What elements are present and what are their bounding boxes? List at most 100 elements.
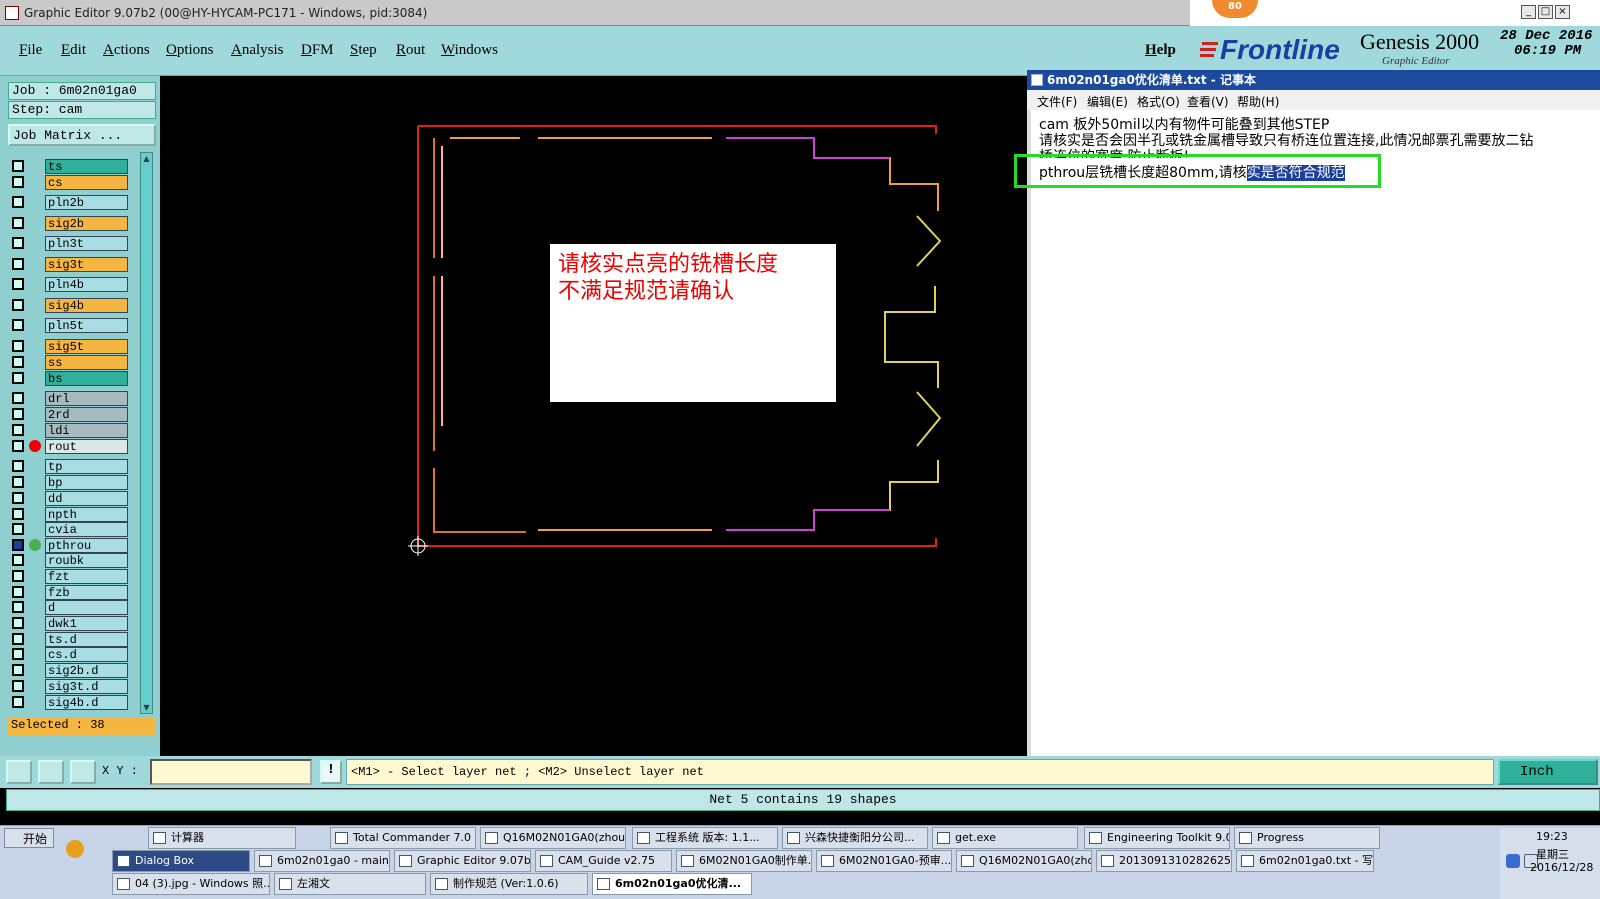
layer-name[interactable]: ts	[45, 159, 128, 174]
layer-checkbox[interactable]	[12, 356, 24, 368]
scroll-up-icon[interactable]: ▲	[142, 154, 151, 163]
notepad-menu-file[interactable]: 文件(F)	[1037, 93, 1077, 110]
layer-checkbox[interactable]	[12, 601, 24, 613]
layer-name[interactable]: sig3t	[45, 257, 128, 272]
layer-name[interactable]: pln5t	[45, 318, 128, 333]
layer-row-ts.d[interactable]: ts.d	[10, 632, 128, 647]
layer-checkbox[interactable]	[12, 196, 24, 208]
layer-name[interactable]: dwk1	[45, 616, 128, 631]
layer-name[interactable]: pln3t	[45, 236, 128, 251]
layer-checkbox[interactable]	[12, 340, 24, 352]
taskbar-item[interactable]: 兴森快捷衡阳分公司...	[782, 827, 928, 849]
layer-name[interactable]: bs	[45, 371, 128, 386]
layer-row-pln2b[interactable]: pln2b	[10, 195, 128, 210]
layer-name[interactable]: sig4b.d	[45, 695, 128, 710]
taskbar-item[interactable]: 6M02N01GA0制作单...	[676, 850, 812, 872]
layer-name[interactable]: sig2b.d	[45, 663, 128, 678]
menu-actions[interactable]: Actions	[103, 42, 150, 59]
notepad-menu-view[interactable]: 查看(V)	[1187, 93, 1229, 110]
layer-checkbox[interactable]	[12, 217, 24, 229]
layer-checkbox[interactable]	[12, 258, 24, 270]
taskbar-item[interactable]: 04 (3).jpg - Windows 照...	[112, 873, 270, 895]
layer-checkbox[interactable]	[12, 492, 24, 504]
menu-dfm[interactable]: DFM	[301, 42, 334, 59]
taskbar-item[interactable]: Q16M02N01GA0(zho...	[956, 850, 1092, 872]
start-button[interactable]: 开始	[4, 828, 54, 848]
layer-checkbox[interactable]	[12, 539, 24, 551]
layer-row-cs.d[interactable]: cs.d	[10, 647, 128, 662]
menu-rout[interactable]: Rout	[396, 42, 425, 59]
maximize-button[interactable]: □	[1538, 5, 1553, 19]
slot-top[interactable]	[450, 137, 939, 211]
taskbar-item[interactable]: 工程系统 版本: 1.1...	[632, 827, 778, 849]
taskbar-item[interactable]: CAM_Guide v2.75	[535, 850, 672, 872]
taskbar-item[interactable]: Graphic Editor 9.07b...	[394, 850, 531, 872]
grid-tool-icon[interactable]	[70, 760, 96, 784]
layer-checkbox[interactable]	[12, 523, 24, 535]
board-outline-drawing[interactable]	[160, 76, 1010, 756]
slot-left[interactable]	[433, 138, 526, 533]
layer-name[interactable]: fzb	[45, 585, 128, 600]
layer-name[interactable]: fzt	[45, 569, 128, 584]
layer-checkbox[interactable]	[12, 648, 24, 660]
taskbar-item[interactable]: 6m02n01ga0.txt - 写...	[1236, 850, 1374, 872]
taskbar-item[interactable]: 6m02n01ga0优化清...	[592, 873, 752, 895]
layer-checkbox[interactable]	[12, 460, 24, 472]
layer-name[interactable]: dd	[45, 491, 128, 506]
layer-checkbox[interactable]	[12, 299, 24, 311]
layer-checkbox[interactable]	[12, 278, 24, 290]
layer-row-tp[interactable]: tp	[10, 459, 128, 474]
layer-checkbox[interactable]	[12, 424, 24, 436]
layer-name[interactable]: sig4b	[45, 298, 128, 313]
layer-name[interactable]: roubk	[45, 553, 128, 568]
layer-name[interactable]: pthrou	[45, 538, 128, 553]
layer-name[interactable]: sig2b	[45, 216, 128, 231]
layer-row-pthrou[interactable]: pthrou	[10, 538, 128, 553]
layer-checkbox[interactable]	[12, 696, 24, 708]
job-matrix-button[interactable]: Job Matrix ...	[8, 124, 156, 146]
layer-checkbox[interactable]	[12, 440, 24, 452]
menu-file[interactable]: File	[19, 42, 42, 59]
layer-scrollbar[interactable]: ▲ ▼	[140, 152, 153, 714]
layer-row-drl[interactable]: drl	[10, 391, 128, 406]
layer-checkbox[interactable]	[12, 554, 24, 566]
layer-row-ldi[interactable]: ldi	[10, 423, 128, 438]
zoom-tool-icon[interactable]	[6, 760, 32, 784]
layer-row-d[interactable]: d	[10, 600, 128, 615]
layer-row-bp[interactable]: bp	[10, 475, 128, 490]
layer-row-ss[interactable]: ss	[10, 355, 128, 370]
close-button[interactable]: ×	[1555, 5, 1570, 19]
taskbar-item[interactable]: Q16M02N01GA0(zhoub...	[480, 827, 626, 849]
layer-row-rout[interactable]: rout	[10, 439, 128, 454]
windows-orb-icon[interactable]	[66, 840, 84, 858]
layer-row-bs[interactable]: bs	[10, 371, 128, 386]
layer-name[interactable]: sig3t.d	[45, 679, 128, 694]
taskbar-item[interactable]: 20130913102826250...	[1096, 850, 1232, 872]
layer-row-cvia[interactable]: cvia	[10, 522, 128, 537]
graphic-canvas[interactable]	[160, 76, 1010, 756]
network-icon[interactable]	[1506, 854, 1520, 868]
layer-row-ts[interactable]: ts	[10, 159, 128, 174]
layer-row-dd[interactable]: dd	[10, 491, 128, 506]
layer-name[interactable]: cs	[45, 175, 128, 190]
layer-row-npth[interactable]: npth	[10, 507, 128, 522]
layer-row-cs[interactable]: cs	[10, 175, 128, 190]
unit-selector[interactable]: Inch	[1498, 759, 1598, 785]
notepad-menu-format[interactable]: 格式(O)	[1137, 93, 1180, 110]
menu-step[interactable]: Step	[350, 42, 377, 59]
layer-row-pln4b[interactable]: pln4b	[10, 277, 128, 292]
notepad-menu-help[interactable]: 帮助(H)	[1237, 93, 1279, 110]
menu-analysis[interactable]: Analysis	[231, 42, 284, 59]
layer-row-sig3t[interactable]: sig3t	[10, 257, 128, 272]
layer-checkbox[interactable]	[12, 408, 24, 420]
layer-checkbox[interactable]	[12, 392, 24, 404]
taskbar-item[interactable]: 制作规范 (Ver:1.0.6)	[430, 873, 588, 895]
taskbar-item[interactable]: Progress	[1234, 827, 1380, 849]
layer-checkbox[interactable]	[12, 176, 24, 188]
layer-row-dwk1[interactable]: dwk1	[10, 616, 128, 631]
layer-name[interactable]: npth	[45, 507, 128, 522]
layer-name[interactable]: 2rd	[45, 407, 128, 422]
slot-bottom-pthrou[interactable]	[726, 509, 890, 531]
menu-edit[interactable]: Edit	[61, 42, 86, 59]
xy-input[interactable]	[150, 759, 312, 785]
